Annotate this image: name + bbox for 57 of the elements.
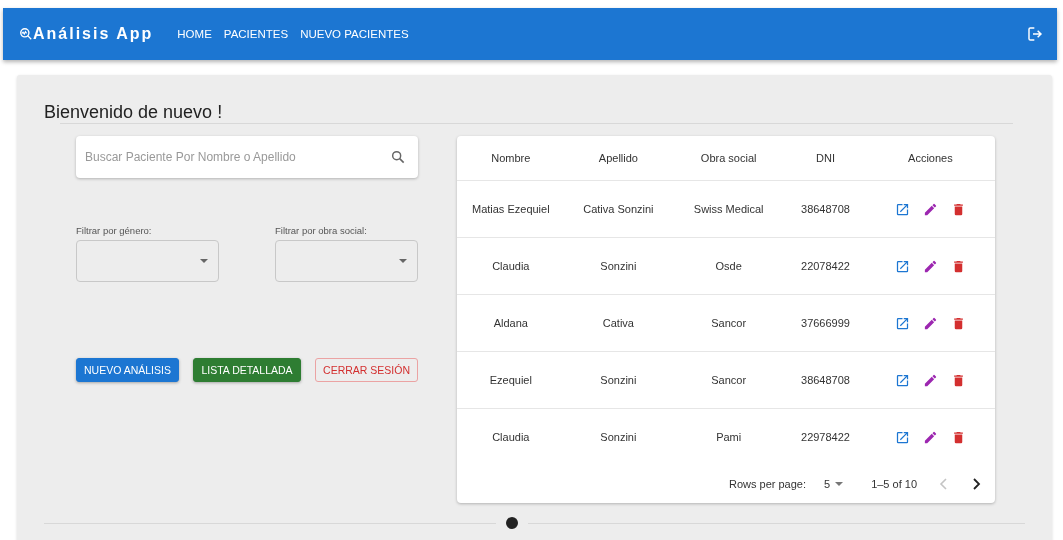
app-title: Análisis App — [33, 25, 154, 43]
nav-link[interactable]: NUEVO PACIENTES — [294, 24, 415, 44]
filter-label: Filtrar por género: — [76, 225, 153, 236]
table-cell: Sancor — [672, 294, 786, 352]
table-cell: Sonzini — [564, 237, 673, 295]
open-external-icon[interactable] — [894, 201, 910, 217]
open-external-icon[interactable] — [894, 429, 910, 445]
pencil-icon[interactable] — [922, 429, 938, 445]
open-external-icon[interactable] — [894, 258, 910, 274]
pencil-icon[interactable] — [922, 372, 938, 388]
table-cell: Pami — [672, 408, 786, 465]
carousel-dot[interactable] — [505, 517, 518, 529]
table-cell: Claudia — [457, 408, 565, 465]
table-cell: Osde — [672, 237, 786, 295]
column-header: Apellido — [564, 136, 673, 181]
table-cell: Aldana — [457, 294, 565, 352]
page-range: 1–5 of 10 — [871, 478, 917, 490]
table-cell: Ezequiel — [457, 351, 565, 409]
rows-per-page-label: Rows per page: — [728, 478, 806, 490]
nav-link[interactable]: PACIENTES — [217, 24, 295, 44]
table-cell: Matias Ezequiel — [457, 180, 565, 238]
table-cell: Sonzini — [564, 408, 673, 465]
nav-link[interactable]: HOME — [171, 24, 218, 44]
table-cell: Sonzini — [564, 351, 673, 409]
pencil-icon[interactable] — [922, 201, 938, 217]
column-header: DNI — [785, 136, 866, 181]
dropdown-caret-icon — [200, 259, 208, 263]
rows-per-page-select[interactable]: 5 — [824, 478, 844, 490]
table-cell: 22078422 — [785, 237, 866, 295]
column-header: Nombre — [457, 136, 565, 181]
table-cell: Claudia — [457, 237, 565, 295]
welcome-heading: Bienvenido de nuevo ! — [44, 101, 224, 123]
table-cell: 22978422 — [785, 408, 866, 465]
table-cell: Sancor — [672, 351, 786, 409]
dropdown-caret-icon — [835, 482, 844, 486]
column-header: Acciones — [865, 136, 995, 181]
action-button[interactable]: NUEVO ANÁLISIS — [76, 358, 179, 382]
table-cell: 37666999 — [785, 294, 866, 352]
table-cell: Cativa — [564, 294, 673, 352]
open-external-icon[interactable] — [894, 315, 910, 331]
pencil-icon[interactable] — [922, 315, 938, 331]
column-header: Obra social — [672, 136, 786, 181]
analytics-search-icon — [19, 27, 33, 41]
table-cell: Cativa Sonzini — [564, 180, 673, 238]
dropdown-caret-icon — [399, 259, 407, 263]
open-external-icon[interactable] — [894, 372, 910, 388]
table-cell: 38648708 — [785, 351, 866, 409]
table-cell: Swiss Medical — [672, 180, 786, 238]
next-page-icon[interactable] — [971, 478, 981, 490]
action-button[interactable]: LISTA DETALLADA — [193, 358, 301, 382]
search-icon[interactable] — [390, 149, 406, 165]
search-field[interactable]: Buscar Paciente Por Nombre o Apellido — [76, 136, 418, 178]
table-cell: 38648708 — [785, 180, 866, 238]
logout-button[interactable]: CERRAR SESIÓN — [315, 358, 418, 382]
filter-label: Filtrar por obra social: — [275, 225, 368, 236]
pencil-icon[interactable] — [922, 258, 938, 274]
logout-icon[interactable] — [1027, 26, 1043, 42]
